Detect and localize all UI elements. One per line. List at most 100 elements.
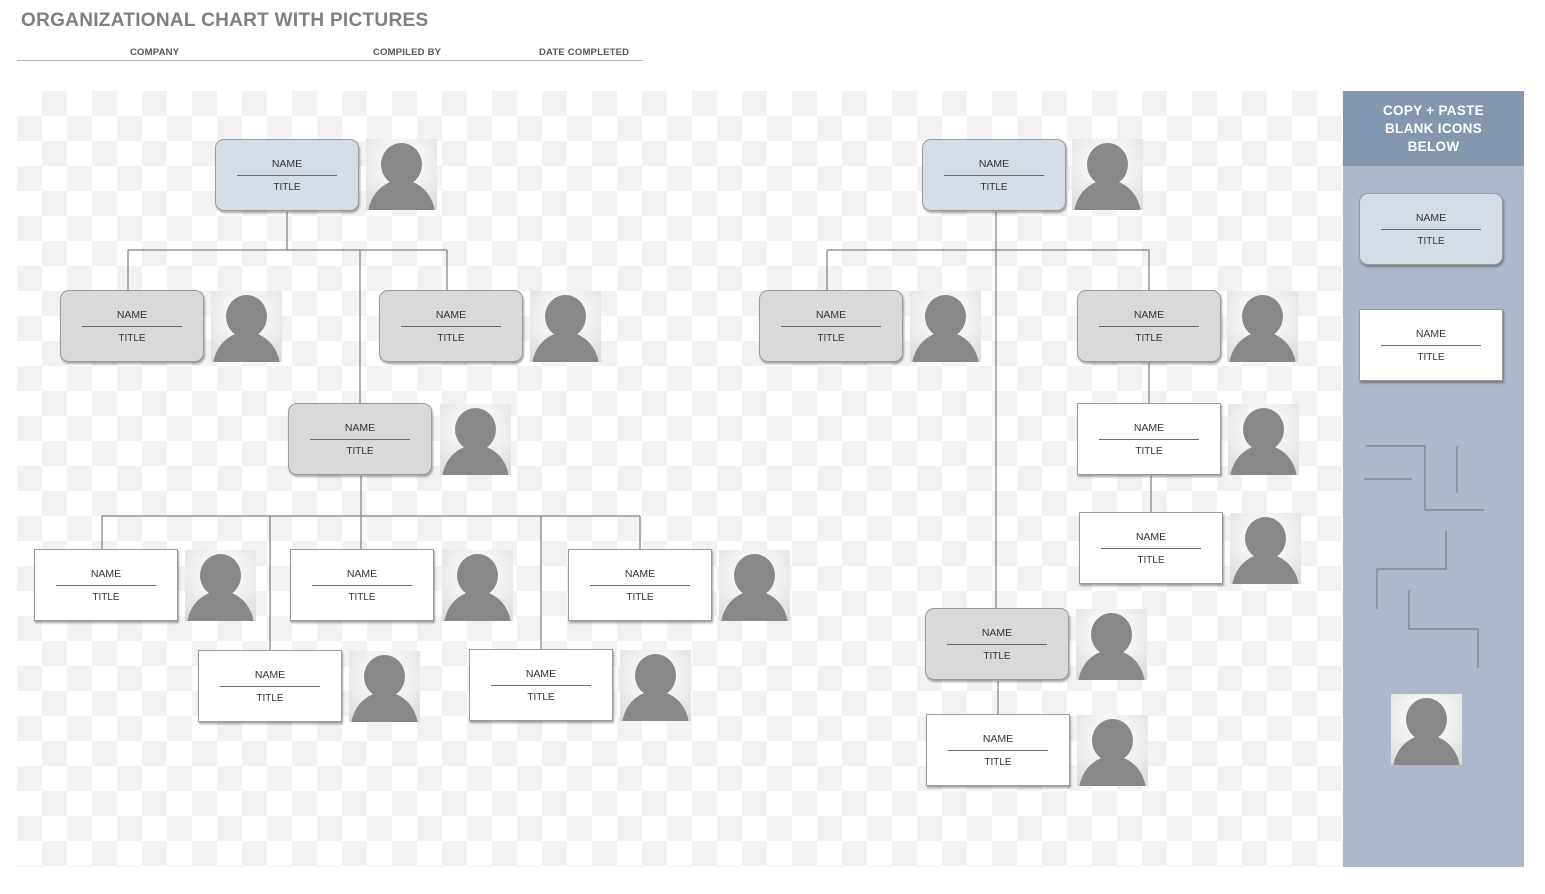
- avatar-body: [213, 332, 280, 362]
- node-title: TITLE: [817, 332, 845, 344]
- node-name: NAME: [982, 732, 1014, 745]
- avatar-body: [721, 591, 788, 621]
- header-divider: [17, 60, 643, 61]
- side-panel-heading-line: BELOW: [1407, 139, 1460, 154]
- org-node-r-b2[interactable]: NAME TITLE: [1079, 512, 1223, 584]
- node-name: NAME: [815, 308, 847, 321]
- template-node-square[interactable]: NAME TITLE: [1359, 309, 1503, 381]
- side-panel-heading: COPY + PASTE BLANK ICONS BELOW: [1343, 91, 1524, 166]
- person-placeholder-icon[interactable]: [719, 550, 790, 621]
- org-node-r-b[interactable]: NAME TITLE: [1077, 290, 1221, 362]
- avatar-body: [1079, 756, 1146, 786]
- node-divider: [220, 685, 320, 687]
- org-node-l-c2[interactable]: NAME TITLE: [290, 549, 434, 621]
- node-title: TITLE: [256, 692, 284, 704]
- node-divider: [1381, 228, 1481, 230]
- node-divider: [82, 325, 182, 327]
- node-divider: [1099, 325, 1199, 327]
- org-node-l-root[interactable]: NAME TITLE: [215, 139, 359, 211]
- node-divider: [948, 749, 1048, 751]
- node-title: TITLE: [527, 691, 555, 703]
- node-divider: [237, 174, 337, 176]
- avatar-body: [1230, 445, 1297, 475]
- org-node-r-a[interactable]: NAME TITLE: [759, 290, 903, 362]
- org-node-l-c[interactable]: NAME TITLE: [288, 403, 432, 475]
- avatar-body: [532, 332, 599, 362]
- person-placeholder-icon[interactable]: [442, 550, 513, 621]
- node-name: NAME: [116, 308, 148, 321]
- org-node-l-a[interactable]: NAME TITLE: [60, 290, 204, 362]
- avatar-body: [1074, 180, 1141, 210]
- person-placeholder-icon[interactable]: [1230, 513, 1301, 584]
- node-name: NAME: [978, 157, 1010, 170]
- company-label: COMPANY: [130, 47, 180, 58]
- node-divider: [401, 325, 501, 327]
- node-title: TITLE: [1135, 332, 1163, 344]
- org-node-l-c5[interactable]: NAME TITLE: [469, 649, 613, 721]
- person-placeholder-icon[interactable]: [366, 139, 437, 210]
- avatar-body: [1078, 650, 1145, 680]
- template-node-rounded[interactable]: NAME TITLE: [1359, 193, 1503, 265]
- node-divider: [491, 684, 591, 686]
- org-node-l-c4[interactable]: NAME TITLE: [198, 650, 342, 722]
- node-title: TITLE: [980, 181, 1008, 193]
- node-name: NAME: [90, 567, 122, 580]
- org-node-l-b[interactable]: NAME TITLE: [379, 290, 523, 362]
- org-node-l-c3[interactable]: NAME TITLE: [568, 549, 712, 621]
- node-name: NAME: [1415, 327, 1447, 340]
- org-node-r-b1[interactable]: NAME TITLE: [1077, 403, 1221, 475]
- avatar-body: [1229, 332, 1296, 362]
- node-title: TITLE: [348, 591, 376, 603]
- node-divider: [590, 584, 690, 586]
- node-divider: [1381, 344, 1481, 346]
- node-title: TITLE: [1417, 351, 1445, 363]
- avatar-body: [1393, 735, 1460, 765]
- node-title: TITLE: [346, 445, 374, 457]
- node-name: NAME: [981, 626, 1013, 639]
- node-title: TITLE: [118, 332, 146, 344]
- node-title: TITLE: [1135, 445, 1163, 457]
- node-name: NAME: [624, 567, 656, 580]
- avatar-body: [442, 445, 509, 475]
- node-name: NAME: [346, 567, 378, 580]
- org-node-r-root[interactable]: NAME TITLE: [922, 139, 1066, 211]
- avatar-body: [912, 332, 979, 362]
- node-divider: [947, 643, 1047, 645]
- person-placeholder-icon[interactable]: [910, 291, 981, 362]
- avatar-body: [444, 591, 511, 621]
- avatar-body: [351, 692, 418, 722]
- side-panel-heading-line: COPY + PASTE: [1382, 103, 1484, 118]
- org-node-l-c1[interactable]: NAME TITLE: [34, 549, 178, 621]
- avatar-body: [187, 591, 254, 621]
- person-placeholder-icon[interactable]: [440, 404, 511, 475]
- person-placeholder-icon[interactable]: [1076, 609, 1147, 680]
- page-title: ORGANIZATIONAL CHART WITH PICTURES: [21, 10, 429, 31]
- node-title: TITLE: [626, 591, 654, 603]
- node-title: TITLE: [437, 332, 465, 344]
- org-node-r-c[interactable]: NAME TITLE: [925, 608, 1069, 680]
- person-placeholder-icon[interactable]: [349, 651, 420, 722]
- person-placeholder-icon[interactable]: [1228, 404, 1299, 475]
- side-panel-heading-line: BLANK ICONS: [1384, 121, 1483, 136]
- person-placeholder-icon[interactable]: [1072, 139, 1143, 210]
- node-name: NAME: [254, 668, 286, 681]
- node-name: NAME: [525, 667, 557, 680]
- person-placeholder-icon[interactable]: [1391, 694, 1462, 765]
- avatar-body: [368, 180, 435, 210]
- node-name: NAME: [435, 308, 467, 321]
- node-title: TITLE: [1137, 554, 1165, 566]
- node-name: NAME: [1133, 308, 1165, 321]
- person-placeholder-icon[interactable]: [211, 291, 282, 362]
- avatar-body: [1232, 554, 1299, 584]
- org-node-r-c1[interactable]: NAME TITLE: [926, 714, 1070, 786]
- node-name: NAME: [271, 157, 303, 170]
- date-completed-label: DATE COMPLETED: [539, 47, 630, 58]
- person-placeholder-icon[interactable]: [1077, 715, 1148, 786]
- person-placeholder-icon[interactable]: [185, 550, 256, 621]
- person-placeholder-icon[interactable]: [1227, 291, 1298, 362]
- node-divider: [56, 584, 156, 586]
- node-name: NAME: [1135, 530, 1167, 543]
- person-placeholder-icon[interactable]: [530, 291, 601, 362]
- node-name: NAME: [1415, 211, 1447, 224]
- person-placeholder-icon[interactable]: [620, 650, 691, 721]
